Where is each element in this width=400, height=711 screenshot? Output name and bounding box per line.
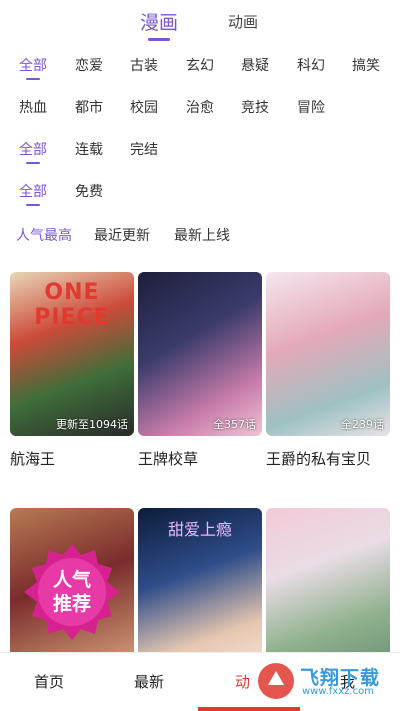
status-chip-completed[interactable]: 完结 [130,139,158,159]
price-filter-row: 全部 免费 [0,181,400,206]
comic-cover: 全239话 [266,272,390,436]
nav-latest[interactable]: 最新 [134,671,164,692]
nav-home[interactable]: 首页 [34,671,64,692]
price-chip-free[interactable]: 免费 [75,181,103,201]
cover-logo: 甜爱上瘾 [167,520,232,539]
comic-card[interactable]: ONE PIECE 更新至1094话 航海王 [10,272,134,469]
genre-filter-row-1: 全部 恋爱 古装 玄幻 悬疑 科幻 搞笑 [0,55,400,80]
genre-chip-mystery[interactable]: 悬疑 [241,55,269,75]
comic-card[interactable]: 全239话 王爵的私有宝贝 [266,272,390,469]
badge-line-1: 人气 [52,569,91,591]
genre-chip-fantasy[interactable]: 玄幻 [186,55,214,75]
selected-indicator [26,162,40,164]
sort-chip-popular[interactable]: 人气最高 [16,225,72,245]
comic-card[interactable] [266,508,390,672]
selected-indicator [26,204,40,206]
comic-cover: 全357话 [138,272,262,436]
cover-logo: ONE PIECE [34,280,110,330]
genre-chip-all[interactable]: 全部 [19,55,47,80]
nav-anime[interactable]: 动 [235,671,250,692]
comic-title: 王牌校草 [138,450,199,468]
tab-manga[interactable]: 漫画 [140,8,179,41]
watermark-sub: www.fxxz.com [302,686,374,697]
episode-count: 全357话 [213,418,256,431]
genre-chip-healing[interactable]: 治愈 [186,97,214,117]
comic-card[interactable]: 全357话 王牌校草 [138,272,262,469]
genre-chip-campus[interactable]: 校园 [130,97,158,117]
comic-title: 航海王 [10,450,56,468]
status-chip-ongoing[interactable]: 连载 [75,139,103,159]
comic-card[interactable]: 人气 推荐 [10,508,134,672]
tab-anime[interactable]: 动画 [228,11,258,32]
comic-cover: ONE PIECE 更新至1094话 [10,272,134,436]
price-chip-all[interactable]: 全部 [19,181,47,206]
comic-cover [266,508,390,672]
status-filter-row: 全部 连载 完结 [0,139,400,164]
comic-cover: 甜爱上瘾 [138,508,262,672]
tab-anime-label: 动画 [228,13,259,31]
comic-title: 王爵的私有宝贝 [266,450,372,468]
watermark-logo-icon [258,663,294,699]
comic-card[interactable]: 甜爱上瘾 [138,508,262,672]
episode-count: 全239话 [341,418,384,431]
nav-active-indicator [198,707,300,711]
genre-chip-action[interactable]: 热血 [19,97,47,117]
sort-filter-row: 人气最高 最近更新 最新上线 [0,225,400,249]
genre-chip-romance[interactable]: 恋爱 [75,55,103,75]
genre-chip-urban[interactable]: 都市 [75,97,103,117]
watermark: 飞翔下载 www.fxxz.com [256,661,392,701]
genre-filter-row-2: 热血 都市 校园 治愈 竞技 冒险 [0,97,400,121]
genre-chip-sports[interactable]: 竞技 [241,97,269,117]
genre-chip-scifi[interactable]: 科幻 [297,55,325,75]
episode-count: 更新至1094话 [56,418,128,431]
badge-line-2: 推荐 [52,593,91,615]
recommend-badge: 人气 推荐 [24,544,120,640]
bottom-nav: 首页 最新 动 我 飞翔下载 www.fxxz.com [0,652,400,711]
genre-chip-adventure[interactable]: 冒险 [297,97,325,117]
tab-manga-label: 漫画 [140,12,179,34]
sort-chip-recent-update[interactable]: 最近更新 [94,225,150,245]
status-chip-all[interactable]: 全部 [19,139,47,164]
genre-chip-comedy[interactable]: 搞笑 [352,55,380,75]
sort-chip-newest[interactable]: 最新上线 [174,225,230,245]
selected-indicator [26,78,40,80]
genre-chip-costume[interactable]: 古装 [130,55,158,75]
tab-active-indicator [148,38,170,41]
top-tabs: 漫画 动画 [0,8,400,41]
comic-cover: 人气 推荐 [10,508,134,672]
